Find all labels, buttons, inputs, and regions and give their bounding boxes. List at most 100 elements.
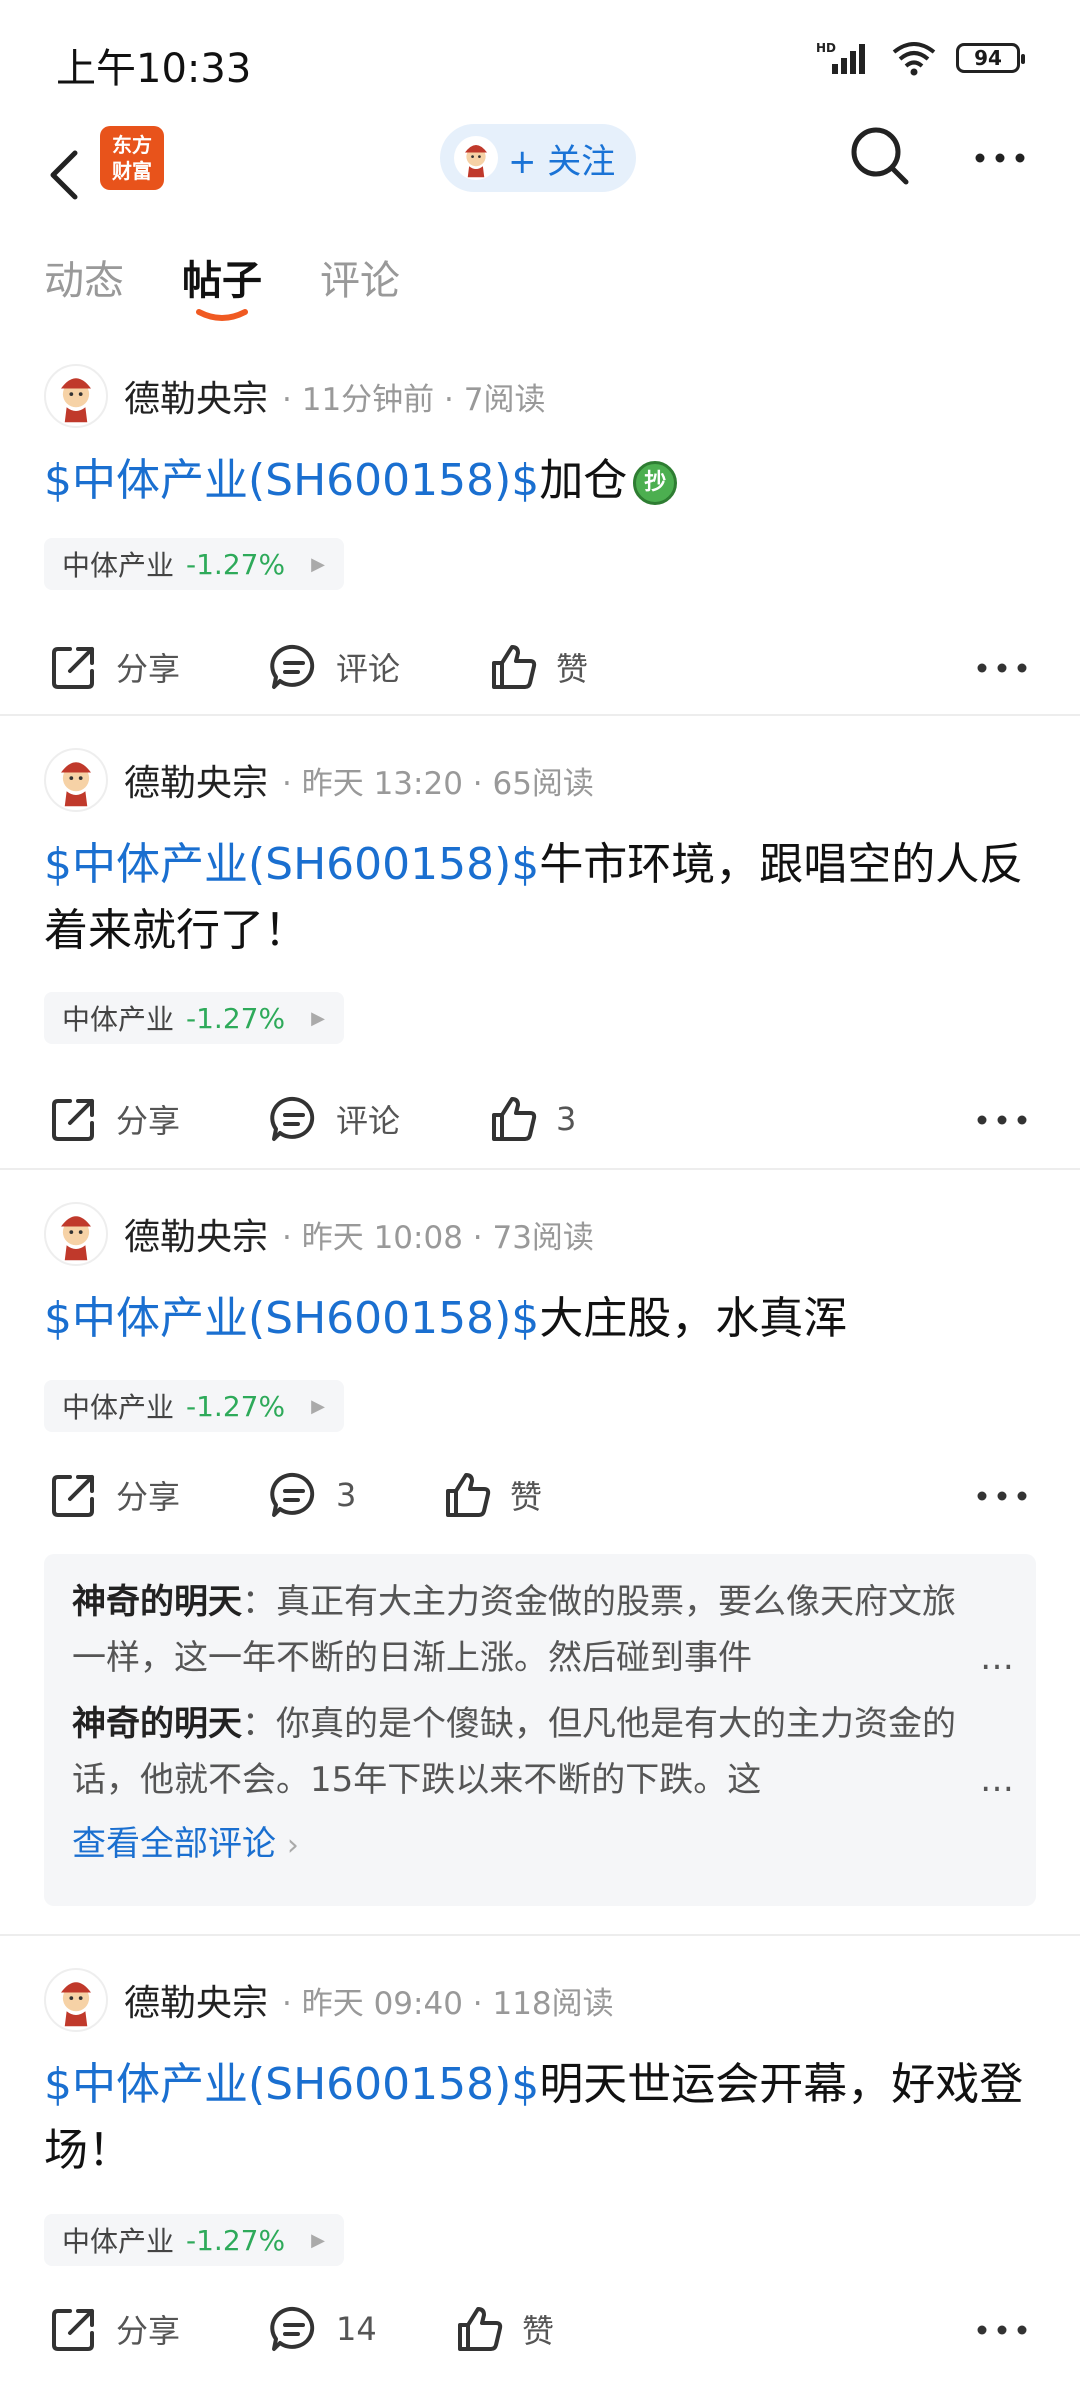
post-divider bbox=[0, 1168, 1080, 1170]
stock-link[interactable]: $中体产业(SH600158)$ bbox=[44, 839, 539, 890]
stock-tag[interactable]: 中体产业 -1.27% ▶ bbox=[44, 1380, 344, 1432]
share-button[interactable]: 分享 bbox=[48, 2294, 180, 2364]
comment-count: 3 bbox=[336, 1476, 357, 1514]
avatar[interactable] bbox=[44, 364, 108, 428]
network-type-label: HD bbox=[816, 41, 836, 55]
more-options-icon[interactable] bbox=[974, 648, 1030, 688]
post-content[interactable]: $中体产业(SH600158)$大庄股，水真浑 bbox=[44, 1286, 1034, 1352]
like-button[interactable]: 赞 bbox=[442, 1460, 542, 1530]
stock-tag-name: 中体产业 bbox=[62, 549, 175, 582]
author-row: 德勒央宗 · 昨天 13:20 · 65阅读 bbox=[44, 748, 594, 812]
truncation-ellipsis: … bbox=[980, 1638, 1014, 1678]
comment-item[interactable]: 神奇的明天：真正有大主力资金做的股票，要么像天府文旅一样，这一年不断的日渐上涨。… bbox=[72, 1574, 1014, 1686]
commenter-name[interactable]: 神奇的明天 bbox=[72, 1582, 242, 1622]
post-text: 大庄股，水真浑 bbox=[539, 1293, 848, 1344]
author-name[interactable]: 德勒央宗 bbox=[124, 370, 268, 422]
comments-preview[interactable]: 神奇的明天：真正有大主力资金做的股票，要么像天府文旅一样，这一年不断的日渐上涨。… bbox=[44, 1554, 1036, 1906]
tab-comments[interactable]: 评论 bbox=[320, 248, 400, 306]
stock-link[interactable]: $中体产业(SH600158)$ bbox=[44, 455, 539, 506]
back-icon[interactable] bbox=[38, 130, 88, 220]
share-button[interactable]: 分享 bbox=[48, 1084, 180, 1154]
author-row: 德勒央宗 · 11分钟前 · 7阅读 bbox=[44, 364, 545, 428]
share-button[interactable]: 分享 bbox=[48, 1460, 180, 1530]
action-row: 分享 3 赞 bbox=[0, 1460, 1080, 1530]
author-name[interactable]: 德勒央宗 bbox=[124, 754, 268, 806]
comment-item[interactable]: 神奇的明天：你真的是个傻缺，但凡他是有大的主力资金的话，他就不会。15年下跌以来… bbox=[72, 1696, 1014, 1808]
stock-tag[interactable]: 中体产业 -1.27% ▶ bbox=[44, 538, 344, 590]
comment-button[interactable]: 3 bbox=[268, 1460, 356, 1530]
avatar[interactable] bbox=[44, 1202, 108, 1266]
like-icon bbox=[446, 1473, 491, 1517]
view-all-comments-link[interactable]: 查看全部评论 › bbox=[72, 1816, 1008, 1874]
comment-button[interactable]: 评论 bbox=[268, 632, 400, 702]
share-icon bbox=[52, 1099, 94, 1141]
post-text: 加仓 bbox=[539, 455, 628, 506]
app-logo[interactable]: 东方 财富 bbox=[100, 126, 164, 190]
triangle-right-icon: ▶ bbox=[311, 1007, 325, 1029]
share-button[interactable]: 分享 bbox=[48, 632, 180, 702]
follow-label: + 关注 bbox=[508, 141, 616, 182]
author-row: 德勒央宗 · 昨天 10:08 · 73阅读 bbox=[44, 1202, 594, 1266]
like-icon bbox=[492, 1097, 537, 1141]
tab-posts[interactable]: 帖子 bbox=[182, 248, 262, 306]
post-meta: · 昨天 09:40 · 118阅读 bbox=[282, 1985, 614, 2022]
comment-icon bbox=[270, 1472, 315, 1517]
post-meta: · 昨天 10:08 · 73阅读 bbox=[282, 1219, 594, 1256]
post-meta: · 11分钟前 · 7阅读 bbox=[282, 381, 546, 418]
top-header: 东方 财富 + 关注 bbox=[0, 110, 1080, 240]
post-content[interactable]: $中体产业(SH600158)$加仓抄 bbox=[44, 448, 1034, 514]
truncation-ellipsis: … bbox=[980, 1760, 1014, 1800]
stock-tag-change: -1.27% bbox=[186, 1001, 286, 1035]
comment-label: 评论 bbox=[336, 1102, 401, 1140]
more-icon[interactable] bbox=[972, 130, 1028, 186]
battery-indicator: 94 bbox=[956, 43, 1025, 73]
stock-link[interactable]: $中体产业(SH600158)$ bbox=[44, 2059, 539, 2110]
triangle-right-icon: ▶ bbox=[311, 553, 325, 575]
battery-level: 94 bbox=[974, 46, 1002, 70]
comment-button[interactable]: 14 bbox=[268, 2294, 377, 2364]
comment-icon bbox=[270, 1096, 315, 1141]
post-content[interactable]: $中体产业(SH600158)$明天世运会开幕，好戏登场！ bbox=[44, 2052, 1034, 2184]
tab-dynamics[interactable]: 动态 bbox=[44, 248, 124, 306]
stock-link[interactable]: $中体产业(SH600158)$ bbox=[44, 1293, 539, 1344]
follow-button[interactable]: + 关注 bbox=[440, 124, 636, 192]
more-options-icon[interactable] bbox=[974, 1476, 1030, 1516]
commenter-name[interactable]: 神奇的明天 bbox=[72, 1704, 242, 1744]
post-card[interactable]: 德勒央宗 · 昨天 13:20 · 65阅读 $中体产业(SH600158)$牛… bbox=[0, 748, 1080, 1168]
post-card[interactable]: 德勒央宗 · 11分钟前 · 7阅读 $中体产业(SH600158)$加仓抄 中… bbox=[0, 360, 1080, 714]
post-card[interactable]: 德勒央宗 · 昨天 09:40 · 118阅读 $中体产业(SH600158)$… bbox=[0, 1968, 1080, 2400]
author-name[interactable]: 德勒央宗 bbox=[124, 1974, 268, 2026]
comment-count: 14 bbox=[336, 2310, 377, 2348]
stock-tag[interactable]: 中体产业 -1.27% ▶ bbox=[44, 992, 344, 1044]
view-all-label: 查看全部评论 bbox=[72, 1824, 276, 1864]
logo-line-2: 财富 bbox=[112, 159, 152, 183]
share-icon bbox=[52, 647, 94, 689]
share-label: 分享 bbox=[116, 2312, 181, 2350]
like-button[interactable]: 赞 bbox=[488, 632, 588, 702]
more-options-icon[interactable] bbox=[974, 2310, 1030, 2350]
stock-tag-change: -1.27% bbox=[186, 2223, 286, 2257]
post-content[interactable]: $中体产业(SH600158)$牛市环境，跟唱空的人反着来就行了！ bbox=[44, 832, 1034, 964]
avatar[interactable] bbox=[44, 748, 108, 812]
comment-icon bbox=[270, 644, 315, 689]
post-card[interactable]: 德勒央宗 · 昨天 10:08 · 73阅读 $中体产业(SH600158)$大… bbox=[0, 1202, 1080, 1936]
like-label: 赞 bbox=[556, 650, 589, 688]
author-name[interactable]: 德勒央宗 bbox=[124, 1208, 268, 1260]
stock-tag[interactable]: 中体产业 -1.27% ▶ bbox=[44, 2214, 344, 2266]
stock-tag-name: 中体产业 bbox=[62, 1003, 175, 1036]
like-label: 赞 bbox=[522, 2312, 555, 2350]
stock-tag-name: 中体产业 bbox=[62, 1391, 175, 1424]
comment-icon bbox=[270, 2306, 315, 2351]
like-button[interactable]: 3 bbox=[488, 1084, 576, 1154]
like-button[interactable]: 赞 bbox=[454, 2294, 554, 2364]
search-icon[interactable] bbox=[848, 124, 912, 188]
emoji-badge: 抄 bbox=[633, 461, 678, 505]
status-time: 上午10:33 bbox=[56, 46, 252, 92]
comment-button[interactable]: 评论 bbox=[268, 1084, 400, 1154]
wifi-icon bbox=[892, 42, 936, 76]
triangle-right-icon: ▶ bbox=[311, 1395, 325, 1417]
avatar[interactable] bbox=[44, 1968, 108, 2032]
action-row: 分享 评论 赞 bbox=[0, 632, 1080, 702]
share-icon bbox=[52, 1475, 94, 1517]
more-options-icon[interactable] bbox=[974, 1100, 1030, 1140]
